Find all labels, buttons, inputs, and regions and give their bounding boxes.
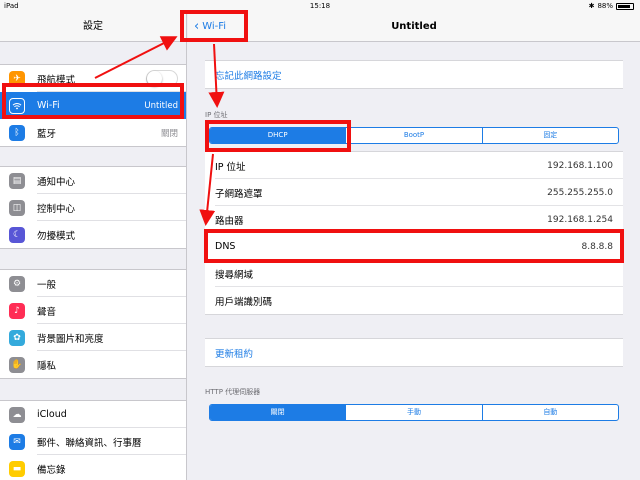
speaker-icon: ♪ <box>9 302 25 319</box>
ip-section-label: IP 位址 <box>205 111 228 119</box>
bluetooth-status-icon: ✱ <box>588 2 595 10</box>
battery-percent: 88% <box>597 2 613 10</box>
sidebar-item-label: Wi-Fi <box>37 100 60 111</box>
notification-center-icon: ▤ <box>9 172 25 189</box>
control-center-icon: ◫ <box>9 199 25 216</box>
subnet-mask-value: 255.255.255.0 <box>547 187 613 198</box>
sidebar-item-do-not-disturb[interactable]: ☾ 勿擾模式 <box>0 221 186 248</box>
gear-icon: ⚙ <box>9 275 25 292</box>
sidebar-item-wifi[interactable]: Wi-Fi Untitled <box>0 92 186 119</box>
battery-icon <box>616 2 634 10</box>
ip-address-row: IP 位址 192.168.1.100 <box>205 152 623 179</box>
sidebar-item-bluetooth[interactable]: ᛒ 藍牙 關閉 <box>0 119 186 146</box>
ip-address-value: 192.168.1.100 <box>547 160 613 171</box>
sidebar-item-privacy[interactable]: ✋ 隱私 <box>0 351 186 378</box>
segment-proxy-auto[interactable]: 自動 <box>481 405 618 420</box>
sidebar-group-connectivity: ✈ 飛航模式 Wi-Fi Untitled ᛒ 藍牙 關閉 <box>0 64 186 147</box>
segment-proxy-manual[interactable]: 手動 <box>345 405 481 420</box>
status-bar: iPad 15:18 ✱ 88% <box>0 0 640 12</box>
segment-proxy-off[interactable]: 關閉 <box>210 405 346 420</box>
renew-lease-button[interactable]: 更新租約 <box>205 339 623 366</box>
forget-network-button[interactable]: 忘記此網路設定 <box>205 61 623 88</box>
hand-icon: ✋ <box>9 356 25 373</box>
sidebar-item-general[interactable]: ⚙ 一般 <box>0 270 186 297</box>
airplane-icon: ✈ <box>9 70 25 87</box>
ip-details-card: IP 位址 192.168.1.100 子網路遮罩 255.255.255.0 … <box>205 151 623 315</box>
segment-bootp[interactable]: BootP <box>345 128 481 143</box>
dns-row[interactable]: DNS 8.8.8.8 <box>205 233 623 260</box>
router-value: 192.168.1.254 <box>547 214 613 225</box>
sidebar-title: 設定 <box>0 12 186 42</box>
bluetooth-icon: ᛒ <box>9 124 25 141</box>
sidebar-group-accounts: ☁ iCloud ✉ 郵件、聯絡資訊、行事曆 ▬ 備忘錄 <box>0 400 186 480</box>
router-row: 路由器 192.168.1.254 <box>205 206 623 233</box>
sidebar-item-label: 藍牙 <box>37 128 57 140</box>
row-label: IP 位址 <box>215 161 246 173</box>
sidebar-item-control-center[interactable]: ◫ 控制中心 <box>0 194 186 221</box>
sidebar-item-airplane-mode[interactable]: ✈ 飛航模式 <box>0 65 186 92</box>
sidebar-item-label: 背景圖片和亮度 <box>37 333 104 345</box>
battery-indicator: ✱ 88% <box>589 0 634 12</box>
renew-lease-card: 更新租約 <box>205 338 623 367</box>
sidebar-item-label: 通知中心 <box>37 176 76 188</box>
client-id-row[interactable]: 用戶端識別碼 <box>205 287 623 314</box>
segment-static[interactable]: 固定 <box>481 128 618 143</box>
bluetooth-status: 關閉 <box>160 128 178 139</box>
wifi-network-name: Untitled <box>144 100 178 111</box>
moon-icon: ☾ <box>9 226 25 243</box>
wallpaper-icon: ✿ <box>9 329 25 346</box>
segment-dhcp[interactable]: DHCP <box>210 128 346 143</box>
sidebar-item-icloud[interactable]: ☁ iCloud <box>0 401 186 428</box>
row-label: 用戶端識別碼 <box>215 296 273 308</box>
settings-sidebar: 設定 ✈ 飛航模式 Wi-Fi Untitled ᛒ 藍牙 關閉 ▤ 通知中心 <box>0 12 187 480</box>
sidebar-item-wallpaper[interactable]: ✿ 背景圖片和亮度 <box>0 324 186 351</box>
wifi-detail-pane: ‹ Wi-Fi Untitled 忘記此網路設定 IP 位址 DHCP Boot… <box>188 12 640 480</box>
sidebar-item-mail-contacts-calendars[interactable]: ✉ 郵件、聯絡資訊、行事曆 <box>0 428 186 455</box>
forget-network-card: 忘記此網路設定 <box>205 60 623 89</box>
wifi-icon <box>9 97 25 114</box>
sidebar-item-notification-center[interactable]: ▤ 通知中心 <box>0 167 186 194</box>
nav-bar: ‹ Wi-Fi Untitled <box>188 12 640 42</box>
page-title: Untitled <box>391 21 437 32</box>
sidebar-item-label: 勿擾模式 <box>37 230 76 242</box>
sidebar-item-label: 隱私 <box>37 360 57 372</box>
sidebar-group-notifications: ▤ 通知中心 ◫ 控制中心 ☾ 勿擾模式 <box>0 166 186 249</box>
proxy-section-label: HTTP 代理伺服器 <box>205 388 261 396</box>
sidebar-item-label: 一般 <box>37 279 57 291</box>
dns-value[interactable]: 8.8.8.8 <box>582 242 614 252</box>
sidebar-item-label: 飛航模式 <box>37 74 76 86</box>
search-domains-row[interactable]: 搜尋網域 <box>205 260 623 287</box>
clock: 15:18 <box>309 2 331 10</box>
sidebar-group-general: ⚙ 一般 ♪ 聲音 ✿ 背景圖片和亮度 ✋ 隱私 <box>0 269 186 379</box>
airplane-mode-toggle[interactable] <box>146 70 178 87</box>
sidebar-item-sounds[interactable]: ♪ 聲音 <box>0 297 186 324</box>
sidebar-item-label: 備忘錄 <box>37 464 66 476</box>
sidebar-item-label: 控制中心 <box>37 203 76 215</box>
subnet-mask-row: 子網路遮罩 255.255.255.0 <box>205 179 623 206</box>
sidebar-item-label: 聲音 <box>37 306 57 318</box>
sidebar-item-label: iCloud <box>37 409 67 420</box>
cloud-icon: ☁ <box>9 406 25 423</box>
row-label: 搜尋網域 <box>215 269 254 281</box>
sidebar-item-label: 郵件、聯絡資訊、行事曆 <box>37 437 142 449</box>
row-label: DNS <box>215 241 236 252</box>
proxy-mode-segmented-control: 關閉 手動 自動 <box>209 404 619 421</box>
row-label: 路由器 <box>215 215 244 227</box>
mail-icon: ✉ <box>9 433 25 450</box>
notes-icon: ▬ <box>9 460 25 477</box>
ip-mode-segmented-control: DHCP BootP 固定 <box>209 127 619 144</box>
row-label: 子網路遮罩 <box>215 188 263 200</box>
sidebar-item-notes[interactable]: ▬ 備忘錄 <box>0 455 186 480</box>
